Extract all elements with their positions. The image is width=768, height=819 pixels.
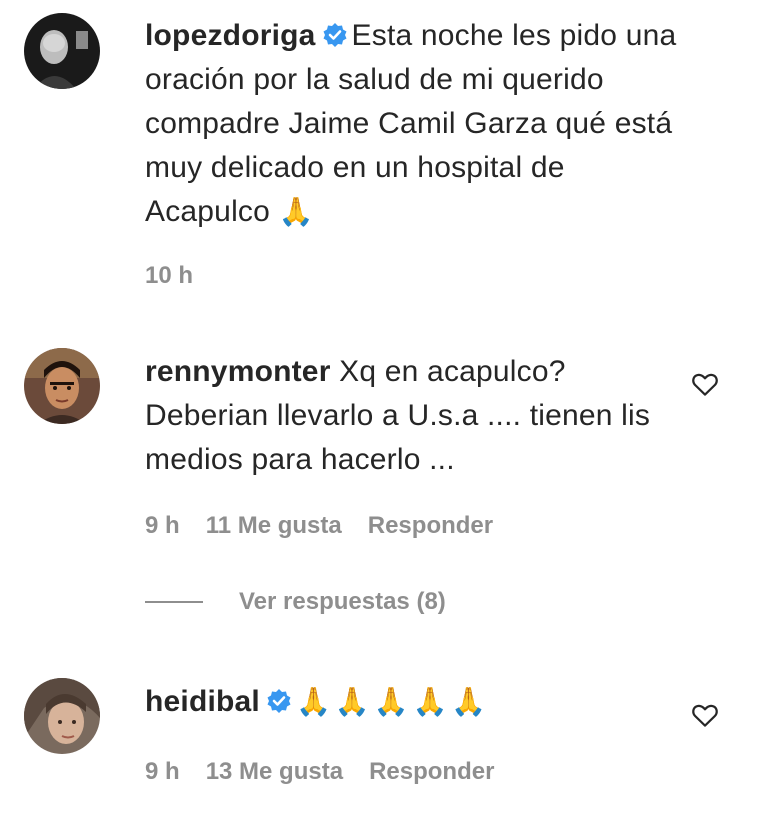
avatar-heidibal[interactable] [24, 678, 100, 754]
avatar-lopezdoriga[interactable] [24, 13, 100, 89]
reply-button[interactable]: Responder [368, 512, 493, 539]
reply-button[interactable]: Responder [369, 758, 494, 785]
comment-time: 9 h [145, 512, 180, 539]
likes-count-link[interactable]: 13 Me gusta [206, 758, 343, 785]
comment-meta: 9 h 11 Me gusta Responder [145, 512, 519, 540]
verified-badge-icon [266, 688, 292, 714]
verified-badge-icon [322, 22, 348, 48]
username-link[interactable]: lopezdoriga [145, 19, 316, 52]
view-replies-label: Ver respuestas (8) [239, 588, 446, 615]
comment-body: rennymonter Xq en acapulco? Deberian lle… [145, 350, 685, 482]
comment-meta: 9 h 13 Me gusta Responder [145, 758, 520, 786]
username-link[interactable]: heidibal [145, 685, 260, 718]
comment-body: heidibal 🙏🙏🙏🙏🙏 [145, 680, 685, 724]
like-heart-icon[interactable] [690, 700, 720, 730]
comment-meta: 10 h [145, 262, 219, 290]
likes-count-link[interactable]: 11 Me gusta [206, 512, 342, 539]
pray-emojis: 🙏🙏🙏🙏🙏 [295, 686, 491, 717]
username-link[interactable]: rennymonter [145, 355, 331, 388]
replies-divider [145, 601, 203, 603]
pray-emoji: 🙏 [278, 196, 314, 227]
comment-body: lopezdoriga Esta noche les pido una oraci… [145, 14, 685, 234]
avatar-rennymonter[interactable] [24, 348, 100, 424]
view-replies-button[interactable]: Ver respuestas (8) [145, 588, 446, 616]
comment-time: 9 h [145, 758, 180, 785]
like-heart-icon[interactable] [690, 369, 720, 399]
comment-time: 10 h [145, 262, 194, 289]
